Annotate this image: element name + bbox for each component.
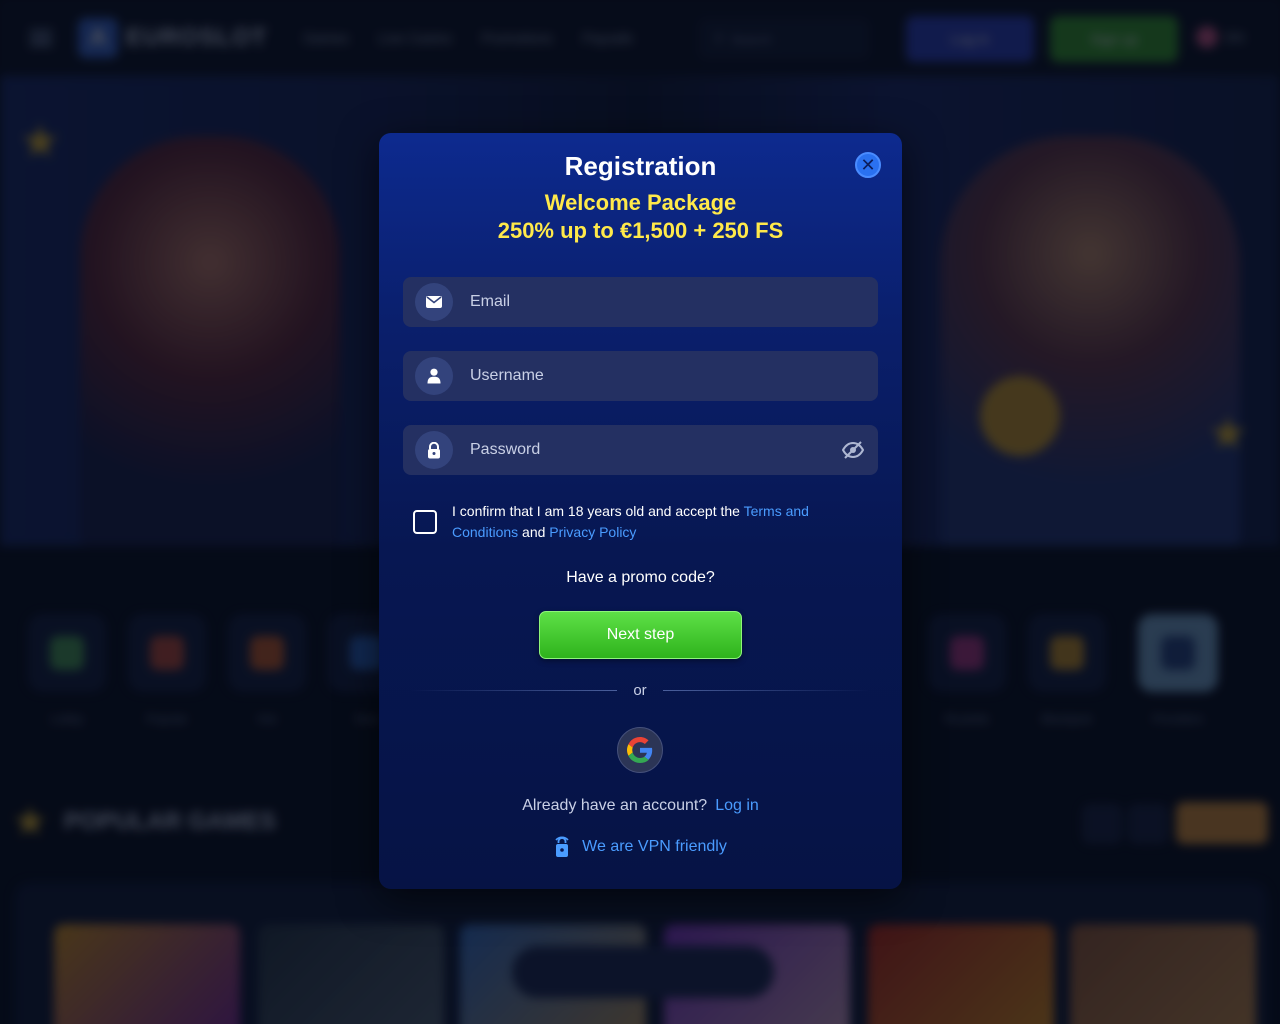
vpn-friendly-row: We are VPN friendly bbox=[379, 835, 902, 859]
consent-and: and bbox=[518, 524, 550, 540]
have-account-text: Already have an account? bbox=[522, 797, 708, 814]
next-step-button[interactable]: Next step bbox=[539, 611, 742, 659]
or-divider: or bbox=[411, 682, 869, 699]
consent-prefix: I confirm that I am 18 years old and acc… bbox=[452, 503, 744, 519]
age-consent: I confirm that I am 18 years old and acc… bbox=[413, 501, 832, 543]
email-input[interactable] bbox=[470, 293, 830, 311]
login-link[interactable]: Log in bbox=[715, 797, 759, 814]
close-button[interactable]: ✕ bbox=[855, 152, 881, 178]
password-field[interactable] bbox=[403, 425, 878, 475]
username-input[interactable] bbox=[470, 367, 830, 385]
consent-text: I confirm that I am 18 years old and acc… bbox=[452, 501, 832, 543]
google-icon bbox=[627, 737, 653, 763]
close-icon: ✕ bbox=[860, 154, 876, 175]
privacy-policy-link[interactable]: Privacy Policy bbox=[549, 524, 636, 540]
vpn-friendly-text: We are VPN friendly bbox=[582, 838, 727, 855]
vpn-lock-icon bbox=[555, 836, 569, 857]
lock-icon bbox=[415, 431, 453, 469]
welcome-package-offer: 250% up to €1,500 + 250 FS bbox=[497, 218, 784, 243]
google-signin-button[interactable] bbox=[617, 727, 663, 773]
eye-off-icon[interactable] bbox=[841, 440, 865, 465]
promo-code-toggle[interactable]: Have a promo code? bbox=[379, 569, 902, 587]
welcome-package-title: Welcome Package bbox=[544, 190, 737, 215]
user-icon bbox=[415, 357, 453, 395]
modal-title: Registration bbox=[564, 151, 717, 181]
registration-modal: Registration ✕ Welcome Package 250% up t… bbox=[379, 133, 902, 889]
email-field[interactable] bbox=[403, 277, 878, 327]
or-label: or bbox=[633, 682, 647, 699]
password-input[interactable] bbox=[470, 441, 830, 459]
have-account-row: Already have an account? Log in bbox=[379, 797, 902, 815]
username-field[interactable] bbox=[403, 351, 878, 401]
consent-checkbox[interactable] bbox=[413, 510, 437, 534]
envelope-icon bbox=[415, 283, 453, 321]
